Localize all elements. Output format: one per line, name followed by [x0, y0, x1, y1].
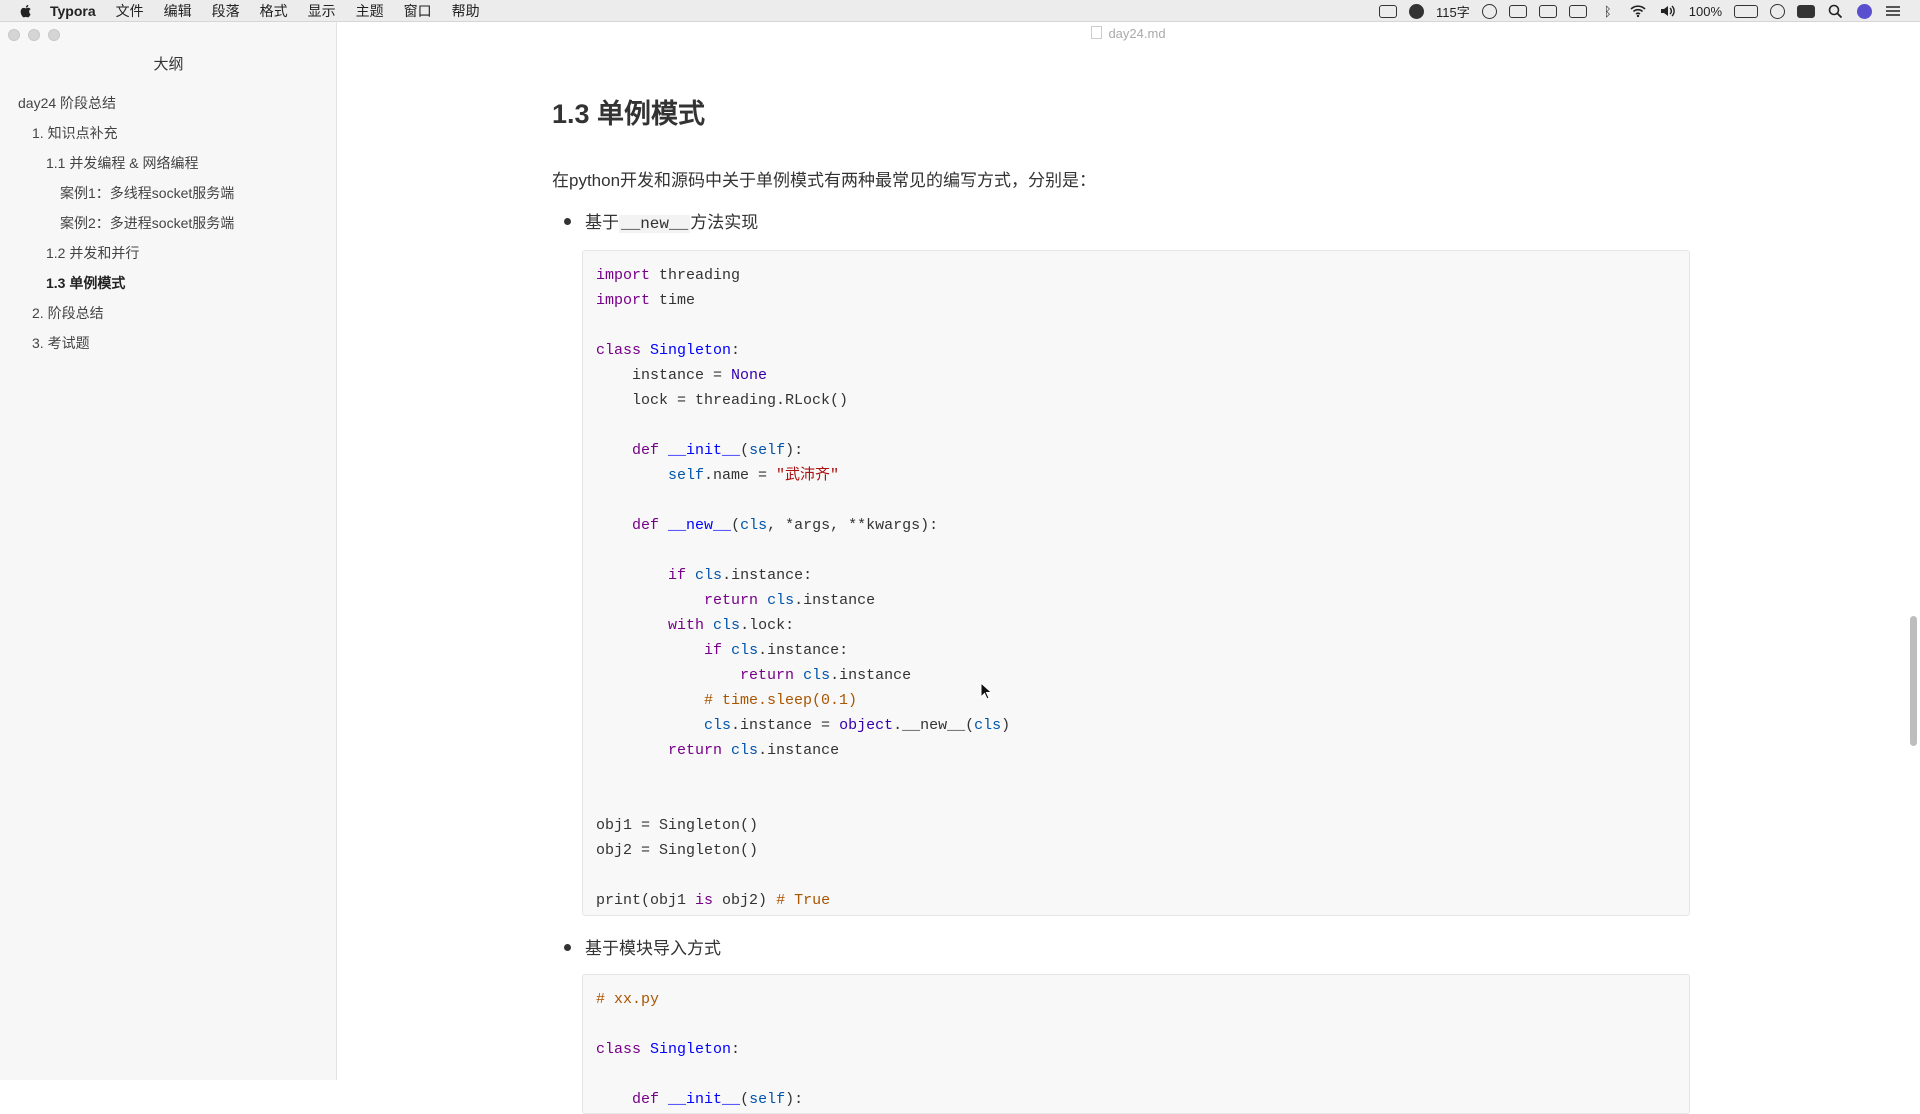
menu-view[interactable]: 显示 [308, 1, 336, 21]
bullet-suffix: 方法实现 [690, 213, 759, 232]
code-line[interactable]: import threading [596, 267, 740, 284]
code-line[interactable]: def __init__(self): [596, 442, 803, 459]
code-content[interactable]: import threading import time class Singl… [583, 251, 1689, 915]
window-title: day24.md [337, 26, 1920, 41]
siri-icon[interactable] [1857, 3, 1872, 19]
menu-format[interactable]: 格式 [260, 1, 288, 21]
outline-sidebar: 大纲 day24 阶段总结 1. 知识点补充 1.1 并发编程 & 网络编程 案… [0, 22, 337, 1080]
recording-icon[interactable] [1481, 3, 1497, 19]
menu-theme[interactable]: 主题 [356, 1, 384, 21]
code-block-new-method[interactable]: import threading import time class Singl… [582, 250, 1690, 916]
code-block-module-import[interactable]: # xx.py class Singleton: def __init__(se… [582, 974, 1690, 1114]
menu-paragraph[interactable]: 段落 [212, 1, 240, 21]
code-line[interactable]: # time.sleep(0.1) [596, 692, 857, 709]
bullet-dot [564, 944, 571, 951]
code-line[interactable]: class Singleton: [596, 1041, 740, 1058]
menu-app-name[interactable]: Typora [50, 3, 96, 19]
control-center-icon[interactable] [1884, 4, 1902, 18]
code-line[interactable]: import time [596, 292, 695, 309]
list-item[interactable]: 基于 __new__ 方法实现 [564, 208, 758, 233]
search-icon[interactable] [1827, 4, 1845, 19]
code-line[interactable] [596, 417, 605, 434]
bluetooth-icon[interactable]: ᛒ [1599, 4, 1617, 19]
outline-item[interactable]: 1.1 并发编程 & 网络编程 [0, 148, 337, 178]
menu-help[interactable]: 帮助 [452, 1, 480, 21]
intro-paragraph[interactable]: 在python开发和源码中关于单例模式有两种最常见的编写方式，分别是： [552, 166, 1096, 191]
code-line[interactable]: if cls.instance: [596, 567, 812, 584]
code-line[interactable]: self.name = "武沛齐" [596, 467, 839, 484]
code-content[interactable]: # xx.py class Singleton: def __init__(se… [583, 975, 1689, 1113]
code-line[interactable]: print(obj1 is obj2) # True [596, 892, 830, 909]
document-icon [1091, 26, 1103, 39]
code-line[interactable]: obj2 = Singleton() [596, 842, 758, 859]
outline-item-active[interactable]: 1.3 单例模式 [0, 268, 337, 298]
code-line[interactable]: return cls.instance [596, 592, 875, 609]
code-line[interactable] [596, 492, 605, 509]
battery-icon[interactable] [1734, 4, 1758, 18]
file-name: day24.md [1108, 26, 1166, 41]
code-line[interactable] [596, 867, 605, 884]
code-line[interactable] [596, 317, 605, 334]
code-line[interactable] [596, 1016, 605, 1033]
outline-item[interactable]: 案例2：多进程socket服务端 [0, 208, 337, 238]
scrollbar-thumb[interactable] [1910, 616, 1917, 746]
code-line[interactable]: return cls.instance [596, 742, 839, 759]
code-line[interactable] [596, 1066, 605, 1083]
battery-percent[interactable]: 100% [1689, 4, 1722, 19]
close-button[interactable] [8, 29, 20, 41]
bullet-dot [564, 218, 571, 225]
code-line[interactable]: obj1 = Singleton() [596, 817, 758, 834]
minimize-button[interactable] [28, 29, 40, 41]
outline-item[interactable]: 1. 知识点补充 [0, 118, 337, 148]
volume-icon[interactable] [1659, 4, 1677, 18]
menu-edit[interactable]: 编辑 [164, 1, 192, 21]
code-line[interactable]: lock = threading.RLock() [596, 392, 848, 409]
section-heading[interactable]: 1.3 单例模式 [552, 92, 705, 131]
menu-file[interactable]: 文件 [116, 1, 144, 21]
wifi-icon[interactable] [1629, 4, 1647, 18]
editor-area[interactable]: day24.md 1.3 单例模式 在python开发和源码中关于单例模式有两种… [337, 22, 1920, 1114]
code-line[interactable]: def __new__(cls, *args, **kwargs): [596, 517, 938, 534]
menu-window[interactable]: 窗口 [404, 1, 432, 21]
outline-item[interactable]: 2. 阶段总结 [0, 298, 337, 328]
code-line[interactable]: return cls.instance [596, 667, 911, 684]
zoom-button[interactable] [48, 29, 60, 41]
list-item[interactable]: 基于模块导入方式 [564, 934, 721, 959]
input-method-icon[interactable] [1538, 4, 1557, 18]
code-line[interactable]: instance = None [596, 367, 767, 384]
wechat-icon[interactable] [1409, 3, 1425, 19]
apple-icon[interactable] [18, 3, 34, 19]
outline-title: 大纲 [153, 56, 184, 73]
code-line[interactable] [596, 767, 605, 784]
app-status-icon[interactable] [1797, 4, 1815, 18]
screen-record-icon[interactable] [1379, 4, 1398, 18]
code-line[interactable] [596, 542, 605, 559]
outline-item[interactable]: 案例1：多线程socket服务端 [0, 178, 337, 208]
outline-list: day24 阶段总结 1. 知识点补充 1.1 并发编程 & 网络编程 案例1：… [0, 88, 337, 358]
code-line[interactable]: with cls.lock: [596, 617, 794, 634]
info-icon[interactable] [1770, 3, 1785, 19]
scrollbar[interactable] [1906, 22, 1920, 1080]
outline-item[interactable]: 1.2 并发和并行 [0, 238, 337, 268]
bullet-text: 基于模块导入方式 [585, 939, 721, 958]
mouse-cursor-icon [980, 682, 992, 700]
word-count[interactable]: 115字 [1436, 2, 1470, 21]
mic-icon[interactable] [1508, 4, 1527, 18]
code-line[interactable]: def __init__(self): [596, 1091, 803, 1108]
outline-item[interactable]: 3. 考试题 [0, 328, 337, 358]
bullet-prefix: 基于 [585, 213, 619, 232]
code-line[interactable] [596, 792, 605, 809]
window-controls [8, 29, 60, 41]
status-area: 115字 ᛒ 100% [1379, 0, 1902, 22]
outline-item[interactable]: day24 阶段总结 [0, 88, 337, 118]
code-line[interactable]: class Singleton: [596, 342, 740, 359]
code-line[interactable]: # xx.py [596, 991, 659, 1008]
code-line[interactable]: cls.instance = object.__new__(cls) [596, 717, 1010, 734]
code-line[interactable]: if cls.instance: [596, 642, 848, 659]
airplay-icon[interactable] [1568, 4, 1587, 18]
menu-bar: Typora 文件 编辑 段落 格式 显示 主题 窗口 帮助 115字 ᛒ 10… [0, 0, 1920, 22]
inline-code: __new__ [619, 215, 691, 233]
